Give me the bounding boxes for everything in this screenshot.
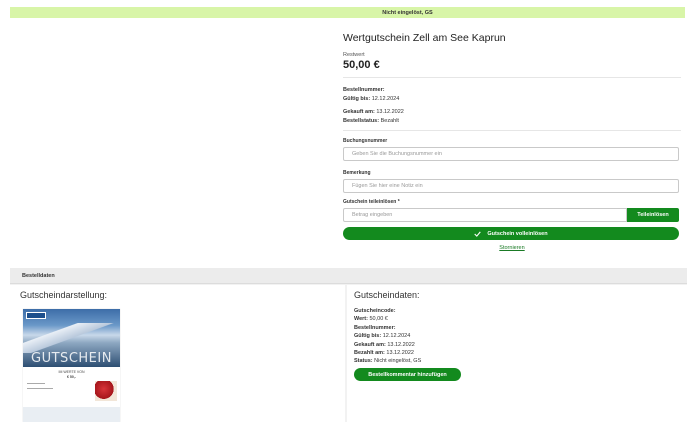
divider xyxy=(343,77,681,78)
logo-badge xyxy=(26,312,46,319)
status-label: Status: xyxy=(354,358,373,365)
booking-number-input[interactable]: Geben Sie die Buchungsnummer ein xyxy=(343,147,679,161)
status-banner-text: Nicht eingelöst, GS xyxy=(382,9,433,16)
partial-redeem-label: Gutschein teileinlösen * xyxy=(343,199,400,205)
page-title: Wertgutschein Zell am See Kaprun xyxy=(343,32,506,44)
voucher-line xyxy=(27,388,53,389)
voucher-amount: € 50,- xyxy=(67,375,76,379)
booking-number-label: Buchungsnummer xyxy=(343,138,388,144)
voucher-details: Gutscheincode: Wert: 50,00 € Bestellnumm… xyxy=(354,307,421,366)
voucher-word: GUTSCHEIN xyxy=(31,351,112,366)
order-info: Bestellnummer: Gültig bis: 12.12.2024 Ge… xyxy=(343,86,681,125)
paid-value: 13.12.2022 xyxy=(386,350,414,357)
section-header-text: Bestelldaten xyxy=(22,272,55,279)
partial-redeem-button[interactable]: Teileinlösen xyxy=(627,208,679,222)
code-label: Gutscheincode: xyxy=(354,308,396,314)
remaining-value-label: Restwert xyxy=(343,52,365,58)
paid-label: Bezahlt am: xyxy=(354,350,385,357)
voucher-gift-image xyxy=(95,381,117,401)
valid-value: 12.12.2024 xyxy=(382,333,411,340)
voucher-display-title: Gutscheindarstellung: xyxy=(20,290,108,300)
note-placeholder: Fügen Sie hier eine Notiz ein xyxy=(352,183,423,189)
note-input[interactable]: Fügen Sie hier eine Notiz ein xyxy=(343,179,679,193)
status-banner: Nicht eingelöst, GS xyxy=(10,7,685,18)
voucher-image: GUTSCHEIN IM WERTE VON € 50,- xyxy=(23,309,120,422)
valid-until-label: Gültig bis: xyxy=(343,95,371,102)
voucher-sub: IM WERTE VON xyxy=(58,370,85,374)
booking-number-placeholder: Geben Sie die Buchungsnummer ein xyxy=(352,151,442,157)
section-header: Bestelldaten xyxy=(10,268,687,284)
full-redeem-label: Gutschein volleinlösen xyxy=(487,230,548,237)
cancel-link[interactable]: Stornieren xyxy=(343,245,681,251)
valid-until-value: 12.12.2024 xyxy=(371,95,400,102)
divider xyxy=(343,130,681,131)
order-status-value: Bezahlt xyxy=(380,117,399,124)
value-label: Wert: xyxy=(354,316,368,323)
status-value: Nicht eingelöst, GS xyxy=(374,358,422,365)
voucher-data-title: Gutscheindaten: xyxy=(354,290,420,300)
number-label: Bestellnummer: xyxy=(354,324,396,331)
check-icon xyxy=(474,231,482,237)
add-comment-button[interactable]: Bestellkommentar hinzufügen xyxy=(354,368,461,381)
remaining-value: 50,00 € xyxy=(343,59,380,71)
voucher-mountain xyxy=(23,323,120,353)
voucher-footer xyxy=(23,407,120,422)
voucher-data-panel: Gutscheindaten: Gutscheincode: Wert: 50,… xyxy=(347,285,687,422)
note-label: Bemerkung xyxy=(343,170,371,176)
value-value: 50,00 € xyxy=(369,316,388,323)
redemption-panel: Wertgutschein Zell am See Kaprun Restwer… xyxy=(343,32,681,251)
amount-input[interactable]: Betrag eingeben xyxy=(343,208,627,222)
bought-value: 13.12.2022 xyxy=(387,341,415,348)
valid-label: Gültig bis: xyxy=(354,333,382,340)
bought-label: Gekauft am: xyxy=(354,341,386,348)
bought-on-value: 13.12.2022 xyxy=(376,109,404,115)
voucher-line xyxy=(27,383,45,384)
order-status-label: Bestellstatus: xyxy=(343,117,380,124)
bought-on-label: Gekauft am: xyxy=(343,109,375,115)
order-number-label: Bestellnummer: xyxy=(343,87,385,93)
partial-redeem-row: Betrag eingeben Teileinlösen xyxy=(343,208,681,222)
amount-placeholder: Betrag eingeben xyxy=(352,212,393,218)
full-redeem-button[interactable]: Gutschein volleinlösen xyxy=(343,227,679,240)
